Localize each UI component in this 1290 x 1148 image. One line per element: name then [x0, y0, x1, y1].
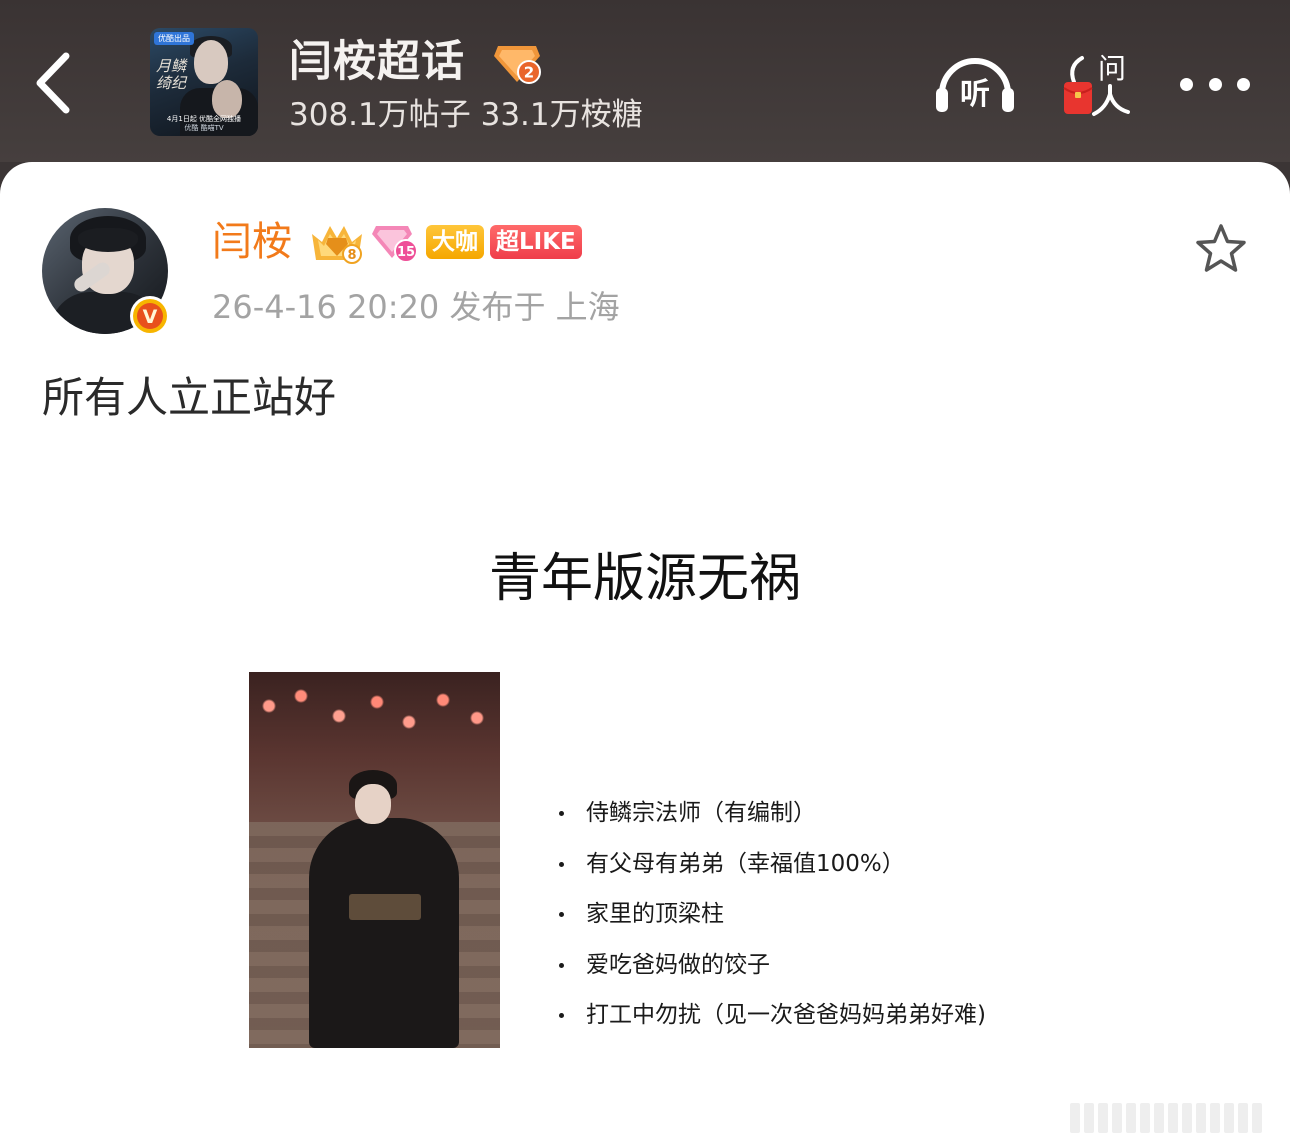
- verified-v-badge-icon: V: [130, 296, 170, 336]
- more-button[interactable]: [1180, 72, 1250, 96]
- listen-label: 听: [960, 77, 990, 112]
- topic-cover-image[interactable]: 优酷出品 月鳞绮纪 4月1日起 优酷全网独播 优酷 酷喵TV: [150, 28, 258, 136]
- ask-label: 问: [1098, 52, 1126, 85]
- watermark-bar: [1196, 1103, 1206, 1133]
- back-button[interactable]: [28, 48, 84, 118]
- list-item: 有父母有弟弟（幸福值100%）: [556, 839, 986, 890]
- red-envelope-ask-icon: 问: [1063, 52, 1130, 116]
- list-item: 爱吃爸妈做的饺子: [556, 940, 986, 991]
- cover-title: 月鳞绮纪: [156, 57, 187, 92]
- cover-figure-face: [194, 40, 228, 84]
- watermark-bar: [1098, 1103, 1108, 1133]
- verified-mark: V: [143, 306, 158, 328]
- post-text: 所有人立正站好: [42, 373, 337, 422]
- fan-diamond-badge-icon[interactable]: 15: [372, 220, 420, 264]
- super-like-badge[interactable]: 超LIKE: [490, 225, 582, 259]
- favorite-button[interactable]: [1194, 222, 1248, 276]
- watermark-bar: [1084, 1103, 1094, 1133]
- cover-figure-face-2: [212, 80, 242, 118]
- cover-tag: 优酷出品: [154, 32, 194, 45]
- headphones-icon: 听: [936, 58, 1014, 112]
- topic-stats: 308.1万帖子 33.1万桉糖: [289, 97, 643, 133]
- watermark-bar: [1168, 1103, 1178, 1133]
- star-outline-icon: [1196, 224, 1246, 272]
- character-traits-list: 侍鳞宗法师（有编制） 有父母有弟弟（幸福值100%） 家里的顶梁柱 爱吃爸妈做的…: [556, 788, 986, 1041]
- photo-figure-face: [355, 784, 391, 824]
- watermark-bar: [1140, 1103, 1150, 1133]
- watermark-bar: [1210, 1103, 1220, 1133]
- daka-badge[interactable]: 大咖: [426, 225, 484, 259]
- photo-figure-belt: [349, 894, 421, 920]
- watermark-bar: [1070, 1103, 1080, 1133]
- post-card: V 闫桉 8 15 大咖 超LIKE 26-4-16 20:20 发布于 上海 …: [0, 162, 1290, 1148]
- fan-level-number: 15: [397, 245, 415, 260]
- watermark-bar: [1252, 1103, 1262, 1133]
- watermark-bar: [1182, 1103, 1192, 1133]
- watermark-bar: [1126, 1103, 1136, 1133]
- cover-platforms: 优酷 酷喵TV: [184, 124, 224, 132]
- author-name[interactable]: 闫桉: [212, 216, 292, 268]
- author-badges: 8 15 大咖 超LIKE: [308, 220, 582, 264]
- post-meta: 26-4-16 20:20 发布于 上海: [212, 288, 620, 326]
- crown-level-badge-icon[interactable]: 8: [308, 220, 366, 264]
- watermark-bars: [1070, 1100, 1280, 1136]
- topic-header: 优酷出品 月鳞绮纪 4月1日起 优酷全网独播 优酷 酷喵TV 闫桉超话 2 30…: [0, 0, 1290, 162]
- photo-candles: [249, 682, 500, 742]
- topic-level-number: 2: [524, 64, 534, 82]
- list-item: 打工中勿扰（见一次爸爸妈妈弟弟好难): [556, 990, 986, 1041]
- watermark-bar: [1112, 1103, 1122, 1133]
- image-heading: 青年版源无祸: [488, 549, 801, 609]
- chevron-left-icon: [36, 52, 70, 114]
- list-item: 家里的顶梁柱: [556, 889, 986, 940]
- more-dots-icon: [1180, 77, 1193, 91]
- watermark-bar: [1224, 1103, 1234, 1133]
- photo-figure-robe: [309, 818, 459, 1048]
- character-photo[interactable]: [249, 672, 500, 1048]
- more-dot: [1208, 77, 1222, 91]
- topic-title[interactable]: 闫桉超话: [289, 34, 465, 90]
- crown-level-number: 8: [347, 248, 356, 263]
- diamond-level-badge-icon: 2: [494, 46, 541, 84]
- watermark-bar: [1154, 1103, 1164, 1133]
- listen-button[interactable]: 听: [934, 50, 1016, 116]
- watermark-bar: [1238, 1103, 1248, 1133]
- avatar-bangs: [78, 228, 138, 252]
- list-item: 侍鳞宗法师（有编制）: [556, 788, 986, 839]
- ask-red-envelope-button[interactable]: 问: [1060, 48, 1134, 118]
- more-dot: [1237, 77, 1250, 91]
